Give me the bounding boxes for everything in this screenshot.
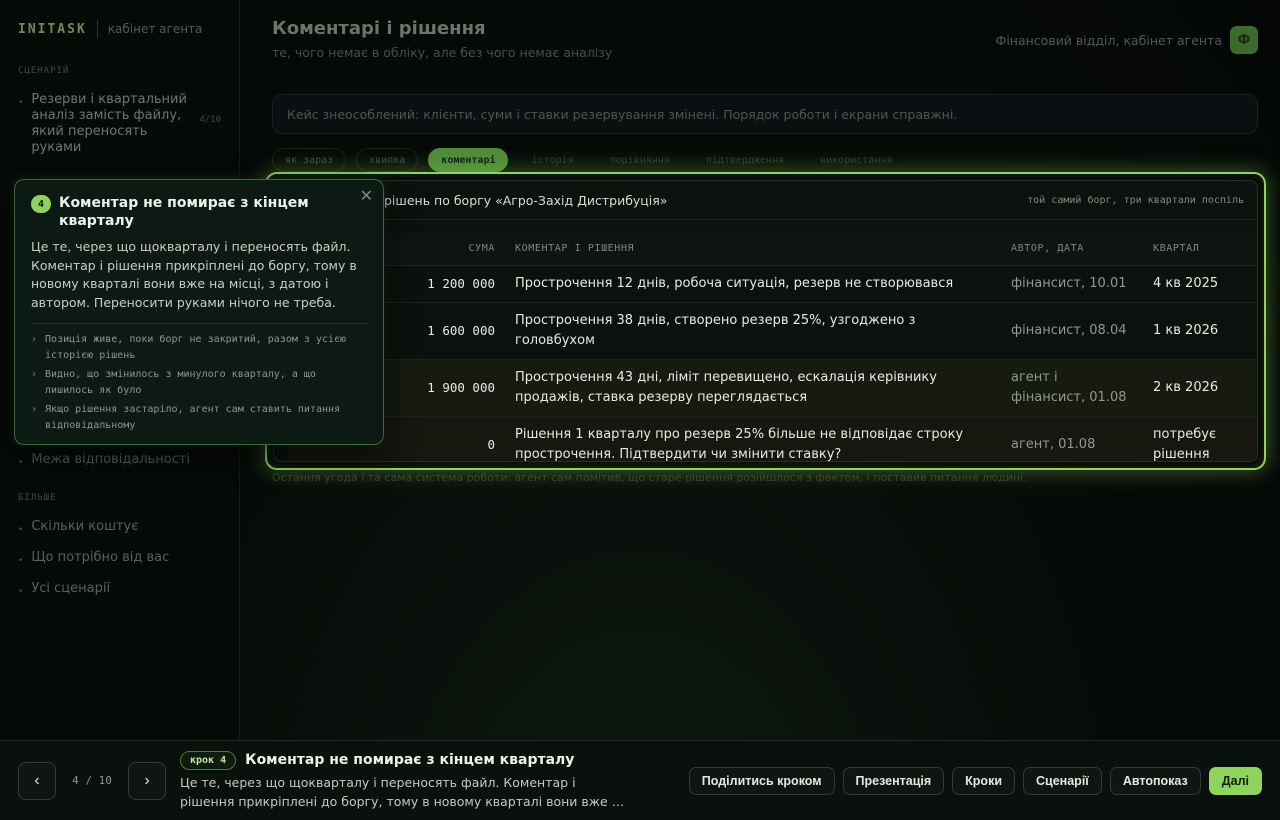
cell-quarter: 4 кв 2025 (1143, 264, 1257, 302)
table-row[interactable]: 1 900 000 Прострочення 43 дні, ліміт пер… (287, 358, 1257, 416)
tour-bottom-bar: ‹ 4 / 10 › крок 4 Коментар не помирає з … (0, 740, 1280, 820)
prev-step-button[interactable]: ‹ (18, 761, 56, 800)
cell-comment: Прострочення 38 днів, створено резерв 25… (505, 301, 1001, 359)
card-tag: той самий борг, три квартали поспіль (1027, 194, 1244, 206)
sidebar-item-label: Що потрібно від вас (31, 550, 170, 565)
sidebar-item-boundary[interactable]: • Межа відповідальності (18, 446, 221, 477)
close-icon[interactable]: ✕ (360, 186, 373, 205)
step-tooltip: ✕ 4 Коментар не помирає з кінцем квартал… (14, 179, 384, 445)
table-row[interactable]: 1 200 000 Прострочення 12 днів, робоча с… (287, 264, 1257, 302)
list-item: › Якщо рішення застаріло, агент сам стави… (31, 402, 367, 434)
page-title: Коментарі і рішення (272, 18, 486, 39)
tab-comments[interactable]: коментарі (428, 148, 509, 172)
sidebar-item-count: 4/10 (199, 115, 221, 125)
list-item: › Видно, що змінилось з минулого кварталу… (31, 367, 367, 399)
list-item: › Позиція живе, поки борг не закритий, ра… (31, 332, 367, 364)
cell-comment: Прострочення 43 дні, ліміт перевищено, е… (505, 358, 1001, 416)
footnote: Остання угода і та сама система роботи: … (272, 471, 1027, 484)
sidebar-item-label: Межа відповідальності (31, 452, 191, 467)
bullet-icon: • (18, 98, 24, 108)
column-quarter: КВАРТАЛ (1143, 233, 1257, 265)
highlighted-card-frame: рішень по боргу «Агро-Захід Дистрибуція»… (265, 172, 1266, 470)
sidebar-section-more: БІЛЬШЕ (18, 493, 57, 503)
cell-quarter: 1 кв 2026 (1143, 301, 1257, 359)
presentation-button[interactable]: Презентація (842, 766, 945, 795)
chevron-right-icon: › (31, 369, 38, 380)
sidebar-item-all-scenarios[interactable]: • Усі сценарії (18, 575, 221, 606)
cell-author: фінансист, 08.04 (1001, 301, 1143, 359)
step-summary-header: крок 4 Коментар не помирає з кінцем квар… (180, 750, 628, 770)
header-context-label: Фінансовий відділ, кабінет агента (995, 32, 1222, 48)
tooltip-title: Коментар не помирає з кінцем кварталу (59, 195, 309, 229)
main-content: Коментарі і рішення те, чого немає в обл… (272, 18, 1258, 172)
chevron-right-icon: › (31, 334, 38, 345)
scenarios-button[interactable]: Сценарії (1023, 766, 1102, 795)
chevron-right-icon: › (31, 404, 38, 415)
cell-comment: Рішення 1 кварталу про резерв 25% більше… (505, 415, 1001, 461)
sidebar-section-scenario: СЦЕНАРІЙ (18, 66, 70, 76)
bullet-icon: • (18, 556, 24, 566)
tooltip-header: 4 Коментар не помирає з кінцем кварталу (31, 194, 367, 230)
tab-bar: як зараз хвилка коментарі історія порівн… (272, 148, 1258, 172)
notice-banner: Кейс знеособлений: клієнти, суми і ставк… (272, 94, 1258, 134)
avatar[interactable]: Ф (1230, 26, 1258, 54)
brand-divider (96, 20, 98, 38)
tab-confirmation[interactable]: підтвердження (693, 148, 797, 172)
step-title: Коментар не помирає з кінцем кварталу (245, 752, 575, 768)
sidebar-item-scenario[interactable]: • Резерви і квартальний аналіз замість ф… (18, 86, 221, 162)
cell-author: агент, 01.08 (1001, 415, 1143, 461)
tab-history[interactable]: історія (518, 148, 586, 172)
step-badge: крок 4 (180, 750, 237, 770)
cell-comment: Прострочення 12 днів, робоча ситуація, р… (505, 264, 1001, 302)
bullet-icon: • (18, 525, 24, 535)
sidebar-item-label: Скільки коштує (31, 519, 139, 534)
table-header-row: СУМА КОМЕНТАР І РІШЕННЯ АВТОР, ДАТА КВАР… (287, 233, 1257, 265)
tooltip-points: › Позиція живе, поки борг не закритий, ра… (31, 332, 367, 434)
step-description: Це те, через що щокварталу і переносять … (180, 774, 625, 809)
cell-author: агент і фінансист, 01.08 (1001, 358, 1143, 416)
table-row[interactable]: 0 Рішення 1 кварталу про резерв 25% біль… (287, 415, 1257, 461)
decisions-table: СУМА КОМЕНТАР І РІШЕННЯ АВТОР, ДАТА КВАР… (287, 233, 1257, 461)
card-title: рішень по боргу «Агро-Захід Дистрибуція» (384, 192, 668, 208)
step-summary: крок 4 Коментар не помирає з кінцем квар… (180, 750, 628, 811)
column-author: АВТОР, ДАТА (1001, 233, 1143, 265)
tooltip-divider (31, 323, 367, 324)
tab-wave[interactable]: хвилка (356, 148, 419, 172)
brand-subtitle: кабінет агента (107, 22, 203, 36)
step-pager: 4 / 10 (72, 774, 112, 787)
step-number-badge: 4 (31, 195, 51, 213)
tab-comparison[interactable]: порівняння (597, 148, 683, 172)
table-row[interactable]: 1 600 000 Прострочення 38 днів, створено… (287, 301, 1257, 359)
next-button[interactable]: Далі (1208, 766, 1262, 795)
cell-author: фінансист, 10.01 (1001, 264, 1143, 302)
header-context: Фінансовий відділ, кабінет агента Ф (996, 26, 1258, 54)
tooltip-point-text: Позиція живе, поки борг не закритий, раз… (45, 334, 347, 361)
brand-logo[interactable]: INITASK (18, 22, 87, 37)
bullet-icon: • (18, 458, 24, 468)
tab-current[interactable]: як зараз (272, 148, 347, 172)
tab-usage[interactable]: використання (807, 148, 905, 172)
tooltip-point-text: Якщо рішення застаріло, агент сам ставит… (45, 404, 341, 431)
sidebar-item-label: Усі сценарії (31, 581, 111, 596)
tooltip-body: Це те, через що щокварталу і переносять … (31, 239, 357, 310)
bullet-icon: • (18, 587, 24, 597)
cell-quarter: потребує рішення (1143, 415, 1257, 461)
steps-button[interactable]: Кроки (952, 766, 1016, 795)
card-header: рішень по боргу «Агро-Захід Дистрибуція»… (274, 181, 1257, 220)
sidebar-item-label: Резерви і квартальний аналіз замість фай… (31, 92, 187, 155)
column-comment: КОМЕНТАР І РІШЕННЯ (505, 233, 1001, 265)
page-subtitle: те, чого немає в обліку, але без чого не… (272, 45, 613, 60)
cell-quarter: 2 кв 2026 (1143, 358, 1257, 416)
sidebar-item-cost[interactable]: • Скільки коштує (18, 513, 221, 544)
tour-actions: Поділитись кроком Презентація Кроки Сцен… (688, 766, 1262, 795)
autoplay-button[interactable]: Автопоказ (1109, 766, 1201, 795)
page-header: Коментарі і рішення те, чого немає в обл… (272, 18, 1258, 60)
decision-history-card: рішень по боргу «Агро-Захід Дистрибуція»… (273, 180, 1258, 462)
share-step-button[interactable]: Поділитись кроком (688, 766, 835, 795)
sidebar-item-requirements[interactable]: • Що потрібно від вас (18, 544, 221, 575)
tooltip-point-text: Видно, що змінилось з минулого кварталу,… (45, 369, 316, 396)
brand: INITASK кабінет агента (18, 20, 221, 38)
next-step-arrow-button[interactable]: › (128, 761, 166, 800)
